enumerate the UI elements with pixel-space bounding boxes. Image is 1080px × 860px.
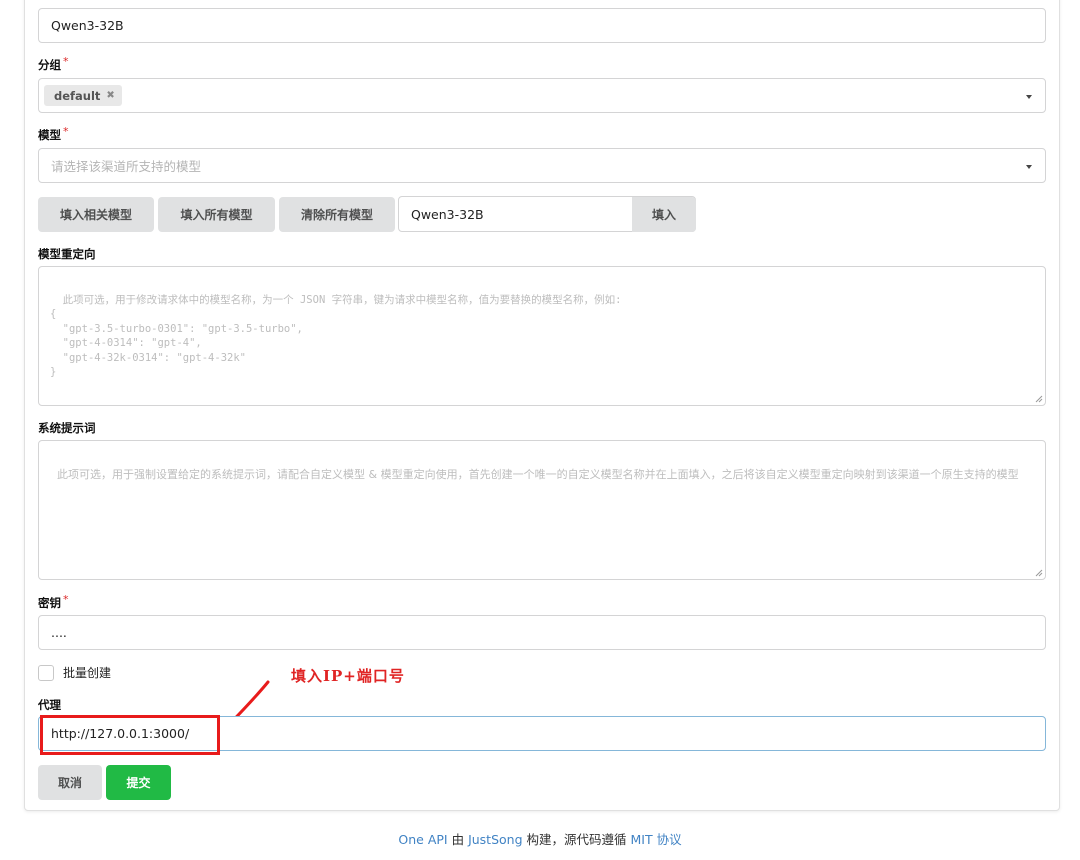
group-select[interactable]: default ✖ <box>38 78 1046 113</box>
custom-model-input-value: Qwen3-32B <box>411 206 484 222</box>
resize-handle-icon[interactable] <box>1035 569 1043 577</box>
clear-all-models-button[interactable]: 清除所有模型 <box>279 197 395 232</box>
cancel-button[interactable]: 取消 <box>38 765 102 800</box>
model-mapping-label: 模型重定向 <box>38 247 96 261</box>
model-mapping-textarea[interactable]: 此项可选，用于修改请求体中的模型名称，为一个 JSON 字符串，键为请求中模型名… <box>38 266 1046 406</box>
author-link[interactable]: JustSong <box>468 832 522 847</box>
group-chip-label: default <box>54 88 101 103</box>
key-label: 密钥 * <box>38 593 69 611</box>
project-link[interactable]: One API <box>398 832 447 847</box>
fill-all-models-button[interactable]: 填入所有模型 <box>158 197 275 232</box>
group-label: 分组 * <box>38 55 69 73</box>
submit-button[interactable]: 提交 <box>106 765 171 800</box>
license-link[interactable]: MIT 协议 <box>630 832 681 847</box>
chevron-down-icon[interactable] <box>1026 164 1032 169</box>
name-input[interactable]: Qwen3-32B <box>38 8 1046 43</box>
batch-create-checkbox[interactable]: 批量创建 <box>38 664 111 681</box>
system-prompt-textarea[interactable]: 此项可选，用于强制设置给定的系统提示词，请配合自定义模型 & 模型重定向使用，首… <box>38 440 1046 580</box>
group-label-text: 分组 <box>38 58 61 72</box>
batch-create-label: 批量创建 <box>63 666 112 680</box>
fill-related-models-button[interactable]: 填入相关模型 <box>38 197 154 232</box>
proxy-label: 代理 <box>38 698 61 712</box>
chevron-down-icon[interactable] <box>1026 94 1032 99</box>
models-select[interactable]: 请选择该渠道所支持的模型 <box>38 148 1046 183</box>
name-input-value: Qwen3-32B <box>51 18 124 33</box>
required-mark: * <box>63 593 69 606</box>
system-prompt-label: 系统提示词 <box>38 421 96 435</box>
annotation-highlight-box <box>40 715 220 755</box>
system-prompt-placeholder: 此项可选，用于强制设置给定的系统提示词，请配合自定义模型 & 模型重定向使用，首… <box>57 468 1019 481</box>
footer-mid-text: 构建，源代码遵循 <box>522 832 631 847</box>
footer: One API 由 JustSong 构建，源代码遵循 MIT 协议 <box>0 829 1080 848</box>
key-input[interactable]: .... <box>38 615 1046 650</box>
footer-by-text: 由 <box>447 832 469 847</box>
models-label-text: 模型 <box>38 128 61 142</box>
models-label: 模型 * <box>38 125 69 143</box>
group-chip-default: default ✖ <box>44 85 122 106</box>
fill-custom-model-button[interactable]: 填入 <box>632 197 696 232</box>
key-input-value: .... <box>51 625 67 640</box>
chip-remove-icon[interactable]: ✖ <box>106 90 114 101</box>
checkbox-box[interactable] <box>38 664 54 681</box>
model-mapping-placeholder: 此项可选，用于修改请求体中的模型名称，为一个 JSON 字符串，键为请求中模型名… <box>50 293 622 379</box>
required-mark: * <box>63 55 69 68</box>
required-mark: * <box>63 125 69 138</box>
key-label-text: 密钥 <box>38 596 61 610</box>
resize-handle-icon[interactable] <box>1035 395 1043 403</box>
annotation-text: 填入IP+端口号 <box>291 667 405 685</box>
models-select-placeholder: 请选择该渠道所支持的模型 <box>51 159 202 174</box>
